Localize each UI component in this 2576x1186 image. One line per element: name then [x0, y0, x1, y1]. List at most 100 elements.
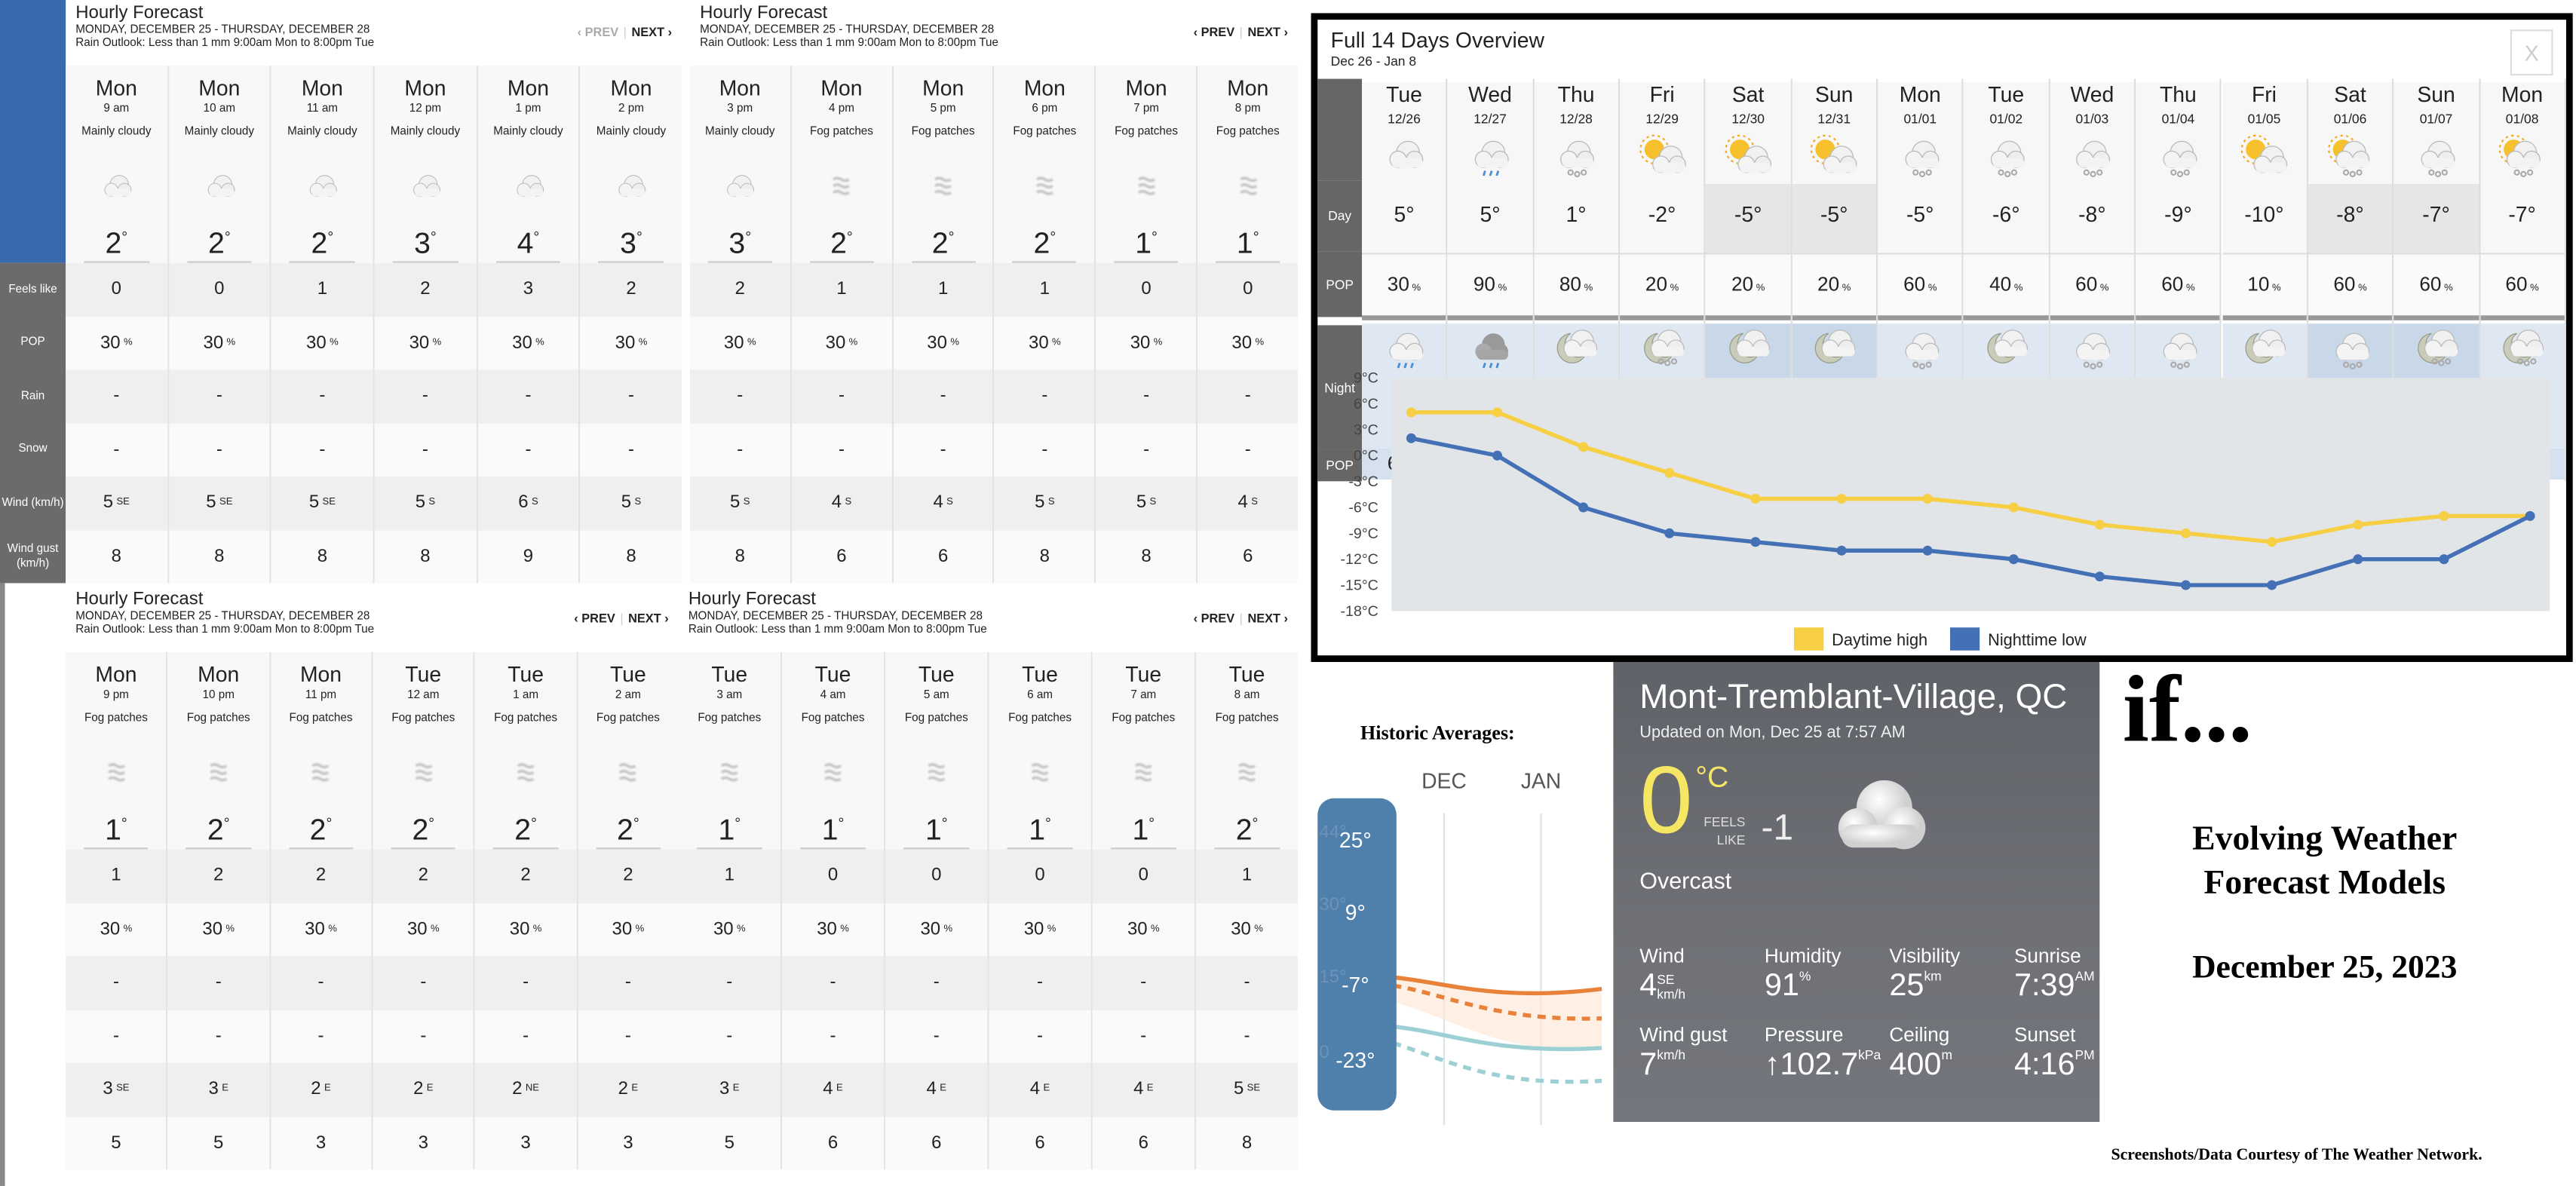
stat-value: 400m	[1889, 1048, 1952, 1084]
scale-label: 9°	[1345, 901, 1366, 925]
degree-symbol: °	[1045, 814, 1051, 832]
next-button[interactable]: NEXT ›	[631, 25, 672, 40]
temperature-value: 4	[517, 226, 534, 260]
next-button[interactable]: NEXT ›	[628, 611, 669, 626]
divider	[392, 261, 458, 263]
rain-value: -	[112, 973, 119, 993]
divider	[495, 261, 561, 263]
percent-unit: %	[2441, 283, 2453, 294]
pop-value: 60	[2161, 272, 2184, 296]
wind-value: 4	[1029, 1079, 1041, 1100]
rain-value: -	[1037, 973, 1044, 993]
next-button[interactable]: NEXT ›	[1247, 611, 1288, 626]
condition-label: Fog patches	[596, 713, 660, 725]
time-label: 11 am	[306, 103, 339, 115]
degree-symbol: °	[734, 814, 741, 832]
stat-label: Wind	[1639, 944, 1685, 968]
temperature-chart: 9°C 6°C 3°C 0°C -3°C -6°C -9°C -12°C -15°C -18°C D…	[1341, 370, 2550, 651]
scale-label: -23°	[1336, 1049, 1375, 1073]
rain-cell: -	[678, 955, 780, 1010]
overview-title: Full 14 Days Overview	[1330, 28, 1544, 53]
condition-label: Fog patches	[809, 126, 873, 139]
pop-cell: 30%	[271, 316, 373, 370]
wind-value: 3	[103, 1079, 113, 1100]
day-pop: 60 %	[2479, 254, 2565, 320]
rain-value: -	[737, 386, 744, 406]
wind-gust-cell: 6	[989, 1116, 1091, 1170]
day-label: Mon	[1125, 75, 1167, 100]
feels-like-cell: 0	[66, 262, 167, 317]
date: 12/31	[1817, 112, 1851, 127]
day-high: -8°	[2050, 184, 2135, 255]
day-pop: 40 %	[1964, 254, 2049, 320]
rain-cell: -	[66, 369, 167, 423]
row-label: Snow	[18, 443, 48, 456]
hour-column: Tue 1 am Fog patches 2° 2 30% - -2 NE 3	[475, 651, 578, 1170]
pop-value: 30	[1023, 919, 1044, 939]
hour-summary: Mon 7 pm Fog patches 1°	[1096, 66, 1197, 263]
stat-number: 91	[1764, 969, 1799, 1004]
divider	[288, 847, 354, 850]
divider	[697, 847, 762, 850]
hour-column: Mon 9 am Mainly cloudy 2° 0 30% - - 5 SE 8	[66, 66, 169, 584]
feels-like-value: 0	[931, 866, 942, 886]
wind-gust-cell: 6	[893, 529, 993, 584]
time-label: 4 am	[820, 690, 846, 702]
percent-unit: %	[1667, 283, 1679, 294]
time-label: 10 am	[203, 103, 236, 115]
snow-cell: -	[477, 422, 579, 477]
close-button[interactable]: X	[2510, 29, 2553, 76]
temperature-value: 2	[208, 226, 225, 260]
wind-gust-value: 8	[734, 546, 745, 567]
wind-gust-value: 9	[523, 546, 534, 567]
percent-unit: %	[950, 338, 959, 348]
prev-button[interactable]: ‹ PREV	[574, 611, 615, 626]
time-label: 3 pm	[727, 103, 753, 115]
percent-unit: %	[1052, 338, 1061, 348]
next-button[interactable]: NEXT ›	[1247, 25, 1288, 40]
percent-unit: %	[2183, 283, 2195, 294]
divider	[911, 261, 976, 263]
percent-unit: %	[1495, 283, 1507, 294]
day-label: Tue	[405, 661, 442, 687]
day-pop: 20 %	[1620, 254, 1705, 320]
sun-cloud-icon	[1637, 131, 1686, 180]
sun-cloud-icon	[1723, 131, 1772, 180]
caption-title: Evolving Weather Forecast Models	[2119, 817, 2530, 906]
wind-gust-cell: 5	[66, 1116, 167, 1170]
condition-label: Fog patches	[1115, 126, 1179, 139]
prev-button[interactable]: ‹ PREV	[1194, 25, 1234, 40]
wind-value: 5	[103, 493, 114, 513]
weekday: Mon	[1899, 81, 1941, 107]
wind-gust-value: 8	[214, 546, 225, 567]
pop-value: 30	[100, 333, 121, 353]
panel-title: Hourly Forecast	[75, 3, 204, 23]
wind-cell: 5S	[995, 476, 1095, 530]
pop-value: 30	[1127, 919, 1148, 939]
pop-value: 20	[1645, 272, 1668, 296]
rain-value: -	[624, 973, 631, 993]
day-label: Mon	[719, 75, 761, 100]
fog-icon	[817, 167, 866, 207]
feels-like-cell: 2	[690, 262, 790, 317]
degree-symbol: °	[533, 228, 540, 245]
snow-icon	[1982, 131, 2031, 180]
divider	[1007, 847, 1073, 850]
hourly-forecast-panel: Hourly Forecast MONDAY, DECEMBER 25 - THU…	[66, 587, 679, 1170]
time-label: 11 pm	[305, 690, 337, 702]
feels-like-value: 2	[623, 866, 633, 886]
separator: |	[1239, 24, 1243, 40]
prev-button[interactable]: ‹ PREV	[1194, 611, 1234, 626]
percent-unit: %	[1153, 338, 1163, 348]
wind-gust-value: 3	[623, 1132, 633, 1153]
hour-summary: Mon 9 pm Fog patches 1°	[66, 651, 167, 850]
condition-label: Mainly cloudy	[184, 126, 255, 139]
percent-unit: %	[1925, 283, 1937, 294]
prev-button[interactable]: ‹ PREV	[578, 25, 618, 40]
percent-unit: %	[1753, 283, 1765, 294]
wind-cell: 4S	[893, 476, 993, 530]
wind-cell: 3E	[678, 1062, 780, 1117]
day-label: Mon	[198, 75, 241, 100]
pop-cell: 30%	[995, 316, 1095, 370]
rain-cell: -	[270, 955, 372, 1010]
